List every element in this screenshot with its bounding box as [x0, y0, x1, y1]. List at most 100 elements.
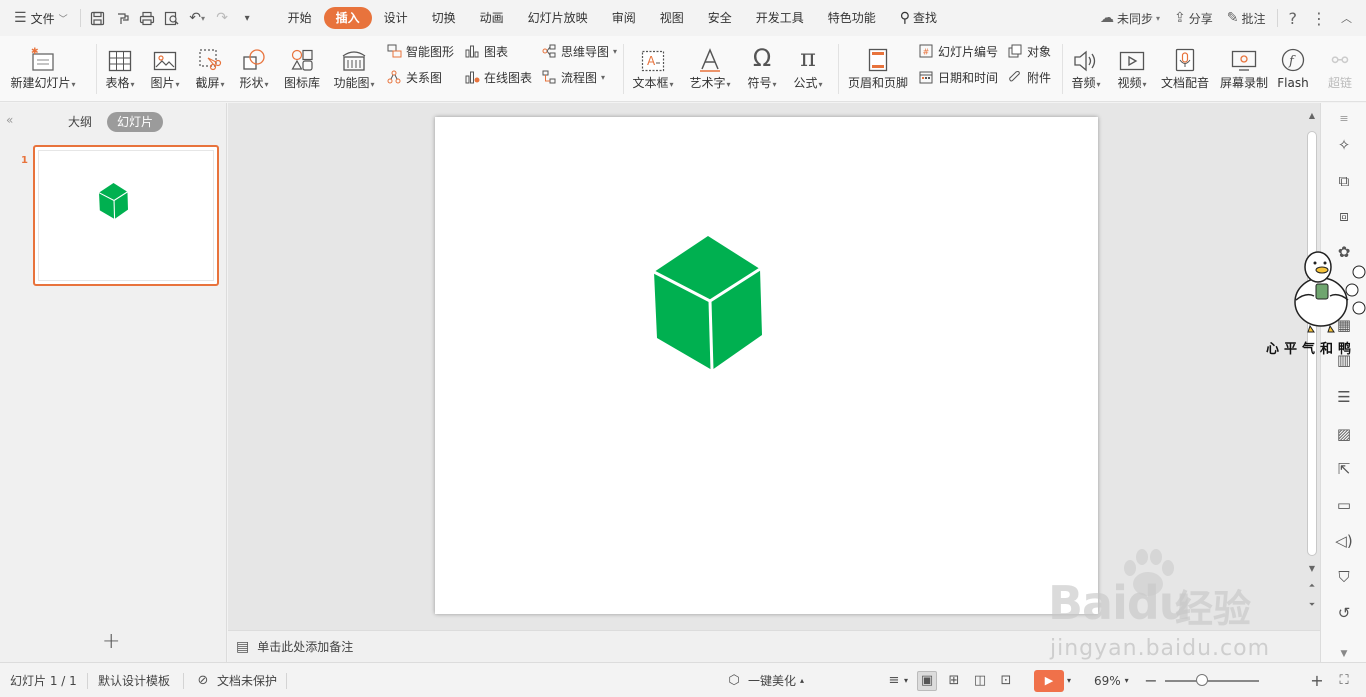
slide-number-button[interactable]: # 幻灯片编号 — [918, 41, 998, 61]
flow-chart-button[interactable]: 流程图 ▾ — [541, 67, 605, 87]
screenshot-button[interactable]: 截屏▾ — [192, 42, 228, 91]
scissors-icon — [198, 42, 222, 72]
zoom-slider[interactable] — [1165, 663, 1259, 697]
archive-icon[interactable]: ▭ — [1321, 494, 1366, 516]
divider — [79, 9, 81, 27]
slide-thumbnail[interactable] — [33, 145, 219, 286]
cube-outline-icon: ⬡ — [728, 673, 740, 688]
date-time-button[interactable]: 日期和时间 — [918, 67, 998, 87]
redo-icon[interactable]: ↷ — [210, 0, 235, 36]
chevron-up-icon: ︿ — [1341, 12, 1352, 25]
beautify-button[interactable]: ⬡ 一键美化 ▴ — [724, 663, 804, 697]
tab-security[interactable]: 安全 — [696, 7, 744, 29]
comment-button[interactable]: ✎ 批注 — [1220, 10, 1273, 27]
relation-chart-button[interactable]: 关系图 — [386, 67, 442, 87]
green-cube-shape[interactable] — [654, 236, 762, 370]
bar-chart-icon — [464, 43, 480, 59]
normal-view-button[interactable]: ▣ — [917, 663, 937, 697]
print-preview-icon[interactable] — [160, 0, 185, 36]
chart-button[interactable]: 图表 — [464, 41, 508, 61]
slide-number-icon: # — [918, 43, 934, 59]
symbol-button[interactable]: Ω 符号▾ — [744, 42, 780, 91]
format-painter-icon[interactable] — [110, 0, 135, 36]
watermark-brand: Baidu — [1048, 576, 1192, 630]
tab-outline[interactable]: 大纲 — [58, 112, 102, 132]
date-time-label: 日期和时间 — [938, 70, 999, 85]
tab-design[interactable]: 设计 — [372, 7, 420, 29]
image-icon[interactable]: ▨ — [1321, 423, 1366, 445]
reading-view-button[interactable]: ◫ — [970, 663, 990, 697]
video-icon — [1119, 42, 1145, 72]
sync-status-button[interactable]: ☁ 未同步 ▾ — [1093, 10, 1167, 27]
design-template-button[interactable]: 默认设计模板 — [98, 663, 170, 697]
flash-button[interactable]: f Flash — [1274, 42, 1312, 91]
word-art-button[interactable]: 艺术字▾ — [686, 42, 734, 91]
tab-transitions[interactable]: 切换 — [420, 7, 468, 29]
slide-canvas[interactable] — [435, 117, 1098, 614]
screen-record-button[interactable]: 屏幕录制 — [1217, 42, 1271, 91]
tab-features[interactable]: 特色功能 — [816, 7, 888, 29]
object-button[interactable]: 对象 — [1007, 41, 1051, 61]
export-icon[interactable]: ⇱ — [1321, 458, 1366, 480]
collapse-panel-icon[interactable]: « — [6, 113, 13, 127]
icon-library-button[interactable]: 图标库 — [282, 42, 322, 91]
picture-button[interactable]: 图片▾ — [147, 42, 183, 91]
play-slideshow-button[interactable]: ▶ — [1034, 663, 1064, 697]
tab-slideshow[interactable]: 幻灯片放映 — [516, 7, 600, 29]
mind-map-button[interactable]: 思维导图 ▾ — [541, 41, 617, 61]
save-icon[interactable] — [85, 0, 110, 36]
table-button[interactable]: 表格▾ — [102, 42, 138, 91]
text-box-button[interactable]: A 文本框▾ — [629, 42, 677, 91]
table-icon — [108, 42, 132, 72]
more-options-button[interactable]: ⋮ — [1304, 9, 1334, 28]
shapes-icon[interactable]: ⧈ — [1321, 205, 1366, 227]
smart-art-button[interactable]: 智能图形 — [386, 41, 454, 61]
print-icon[interactable] — [135, 0, 160, 36]
picture-icon — [153, 42, 177, 72]
search-label: 查找 — [913, 11, 938, 25]
new-slide-button[interactable]: ✱ 新建幻灯片▾ — [10, 42, 76, 91]
fit-window-button[interactable]: ⛶ — [1334, 663, 1354, 697]
audio-button[interactable]: 音频▾ — [1068, 42, 1104, 91]
share-button[interactable]: ⇪ 分享 — [1167, 10, 1220, 27]
help-button[interactable]: ? — [1282, 9, 1305, 28]
video-button[interactable]: 视频▾ — [1114, 42, 1150, 91]
tab-slides[interactable]: 幻灯片 — [107, 112, 164, 132]
customize-toolbar-icon[interactable]: ▾ — [235, 0, 260, 36]
shape-button[interactable]: 形状▾ — [236, 42, 272, 91]
undo-icon[interactable]: ↶ ▾ — [185, 0, 210, 36]
chevron-down-icon: ▾ — [613, 46, 618, 56]
tab-view[interactable]: 视图 — [648, 7, 696, 29]
settings-sliders-icon[interactable]: ☰ — [1321, 386, 1366, 408]
tab-insert[interactable]: 插入 — [323, 7, 372, 29]
doc-dubbing-button[interactable]: 文档配音 — [1158, 42, 1212, 91]
zoom-level-button[interactable]: 69% ▾ — [1094, 663, 1129, 697]
align-menu-button[interactable]: ≡ ▾ — [884, 663, 908, 697]
zoom-out-button[interactable]: − — [1141, 663, 1161, 697]
search-button[interactable]: ⚲ 查找 — [888, 7, 949, 29]
zoom-slider-knob[interactable] — [1195, 673, 1208, 686]
tab-developer[interactable]: 开发工具 — [744, 7, 816, 29]
presenter-view-button[interactable]: ⊡ — [996, 663, 1016, 697]
new-slide-icon: ✱ — [29, 42, 57, 72]
zoom-in-button[interactable]: + — [1307, 663, 1327, 697]
slideshow-options-button[interactable]: ▾ — [1067, 663, 1071, 697]
online-chart-button[interactable]: 在线图表 — [464, 67, 532, 87]
copy-icon[interactable]: ⧉ — [1321, 170, 1366, 192]
collapse-ribbon-button[interactable]: ︿ — [1334, 10, 1366, 26]
formula-button[interactable]: π 公式▾ — [790, 42, 826, 91]
pin-icon[interactable]: ✧ — [1321, 134, 1366, 156]
add-slide-button[interactable]: + — [102, 631, 120, 653]
document-protection-button[interactable]: ⊘ 文档未保护 — [193, 663, 277, 697]
screenshot-label: 截屏 — [195, 76, 220, 90]
hyperlink-button[interactable]: ⚯ 超链 — [1322, 42, 1358, 91]
function-chart-button[interactable]: 功能图▾ — [330, 42, 378, 91]
tab-home[interactable]: 开始 — [276, 7, 324, 29]
tab-review[interactable]: 审阅 — [600, 7, 648, 29]
header-footer-button[interactable]: 页眉和页脚 — [846, 42, 910, 91]
attachment-button[interactable]: 附件 — [1007, 67, 1051, 87]
file-menu[interactable]: ☰ 文件 ﹀ — [0, 0, 76, 36]
tab-animations[interactable]: 动画 — [468, 7, 516, 29]
scroll-up-icon[interactable]: ▲ — [1304, 109, 1320, 123]
slide-sorter-view-button[interactable]: ⊞ — [944, 663, 964, 697]
